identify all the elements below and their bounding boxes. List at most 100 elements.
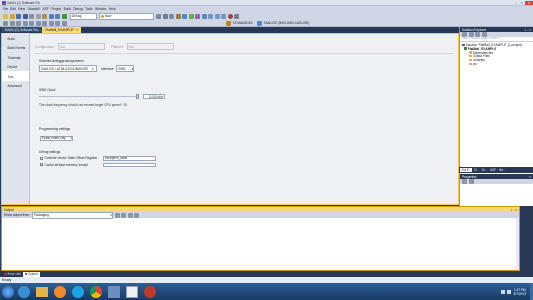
nav-item-device[interactable]: Device: [2, 62, 29, 72]
taskbar-vm-icon[interactable]: [108, 285, 120, 298]
override-vtor-checkbox[interactable]: [40, 156, 43, 160]
disassembly-icon[interactable]: [22, 20, 28, 26]
categorized-icon[interactable]: [462, 179, 467, 184]
step-into-icon[interactable]: [208, 13, 213, 19]
nav-item-tool[interactable]: Tool: [1, 71, 29, 81]
watch-icon[interactable]: [29, 20, 34, 26]
tab-sam4-software[interactable]: SAM4 (C) Software Pro: [2, 27, 42, 33]
override-vtor-input[interactable]: exception_table: [103, 156, 156, 161]
device-programming-icon[interactable]: [182, 13, 187, 19]
programming-select[interactable]: Erase entire chip ▾: [40, 135, 73, 141]
output-close-icon[interactable]: ×: [515, 208, 517, 212]
cut-icon[interactable]: [29, 13, 34, 19]
properties-icon[interactable]: [169, 13, 174, 19]
alphabetical-icon[interactable]: [468, 179, 474, 184]
step-over-icon[interactable]: [214, 13, 220, 19]
step-out-icon[interactable]: [221, 13, 226, 19]
menu-vassistx[interactable]: VAssistX: [28, 7, 41, 11]
platform-select[interactable]: N/A: [126, 43, 174, 50]
open-icon[interactable]: [9, 13, 15, 19]
cache-flash-input[interactable]: [103, 162, 156, 167]
taskbar-app-icon[interactable]: [144, 285, 156, 298]
menu-help[interactable]: Help: [109, 7, 116, 11]
nav-item-build[interactable]: Build: [2, 33, 29, 43]
taskbar-ie-icon[interactable]: [18, 285, 30, 298]
new-project-icon[interactable]: [3, 13, 8, 19]
nav-item-toolchain[interactable]: Toolchain: [2, 52, 29, 62]
configuration-select[interactable]: N/A: [57, 43, 105, 50]
swd-clock-slider-thumb[interactable]: [136, 94, 139, 99]
tray-clock[interactable]: 1:37 PM 5/7/2013: [514, 288, 526, 296]
cache-flash-checkbox[interactable]: ✓: [40, 163, 44, 167]
device-label[interactable]: ATSAM4S16C: [233, 21, 254, 25]
save-all-icon[interactable]: [22, 13, 28, 19]
taskbar-media-icon[interactable]: [54, 285, 66, 298]
breakpoint-icon[interactable]: [227, 13, 233, 19]
locals-icon[interactable]: [35, 20, 41, 26]
properties-close-icon[interactable]: ×: [529, 175, 531, 179]
menu-tools[interactable]: Tools: [85, 7, 92, 11]
debugger-select[interactable]: SAM-ICE • ATMLZ3201J8000057 ▾: [39, 65, 97, 72]
io-view-icon[interactable]: [48, 20, 54, 26]
toolbox-icon[interactable]: [175, 13, 181, 19]
start-debug-icon[interactable]: [61, 13, 67, 19]
menu-build[interactable]: Build: [64, 7, 71, 11]
redo-icon[interactable]: [55, 13, 60, 19]
nav-item-build-events[interactable]: Build Events: [2, 43, 29, 53]
word-wrap-icon[interactable]: [134, 212, 140, 218]
tree-item-src[interactable]: src: [460, 62, 533, 66]
taskbar-atmel-studio-icon[interactable]: [126, 285, 138, 298]
memory-icon[interactable]: [9, 20, 15, 26]
se-tab-solution[interactable]: Sol E..: [460, 168, 473, 172]
swd-clock-slider-track[interactable]: [39, 96, 139, 97]
taskbar-explorer-icon[interactable]: [36, 286, 48, 297]
menu-window[interactable]: Window: [95, 7, 106, 11]
menu-view[interactable]: View: [18, 7, 25, 11]
goto-prev-icon[interactable]: [114, 212, 120, 218]
clear-all-icon[interactable]: [127, 212, 133, 218]
menu-file[interactable]: File: [3, 7, 8, 11]
tray-volume-icon[interactable]: [506, 289, 511, 294]
copy-icon[interactable]: [35, 13, 41, 19]
processor-icon[interactable]: [55, 20, 60, 26]
tray-network-icon[interactable]: [500, 289, 505, 294]
menu-project[interactable]: Project: [51, 7, 61, 11]
paste-icon[interactable]: [42, 13, 47, 19]
taskbar-skype-icon[interactable]: [72, 285, 84, 298]
solution-explorer-pin-icon[interactable]: ⊥: [524, 28, 527, 32]
se-tab-asf[interactable]: ASF: [488, 168, 497, 172]
save-icon[interactable]: [16, 13, 21, 19]
config-select[interactable]: Debug: [70, 12, 97, 20]
menu-asf[interactable]: ASF: [43, 7, 49, 11]
swd-clock-input[interactable]: 2,000 kHz: [143, 94, 165, 99]
se-tab-class[interactable]: Cl..: [472, 168, 480, 172]
nav-item-advanced[interactable]: Advanced: [2, 81, 29, 91]
help-icon[interactable]: [201, 13, 207, 19]
extension-manager-icon[interactable]: [195, 13, 200, 19]
se-tab-new[interactable]: Ne..: [498, 168, 507, 172]
output-scrollbar[interactable]: [516, 218, 519, 270]
callstack-icon[interactable]: [42, 20, 47, 26]
interface-select[interactable]: SWD ▾: [116, 65, 135, 72]
se-tab-other[interactable]: Or..: [480, 168, 488, 172]
solution-explorer-icon[interactable]: [162, 13, 168, 19]
close-button[interactable]: ✕: [525, 0, 533, 5]
output-pin-icon[interactable]: ⊥: [510, 208, 513, 212]
tab-close-icon[interactable]: ×: [76, 28, 78, 32]
tab-output[interactable]: Output: [22, 271, 40, 277]
taskbar-chrome-icon[interactable]: [90, 285, 102, 298]
stop-debug-icon[interactable]: [234, 13, 239, 19]
tool-label[interactable]: SAM-ICE (0000-0000-1125-000): [264, 21, 310, 25]
solution-explorer-close-icon[interactable]: ×: [529, 28, 531, 32]
trace-icon[interactable]: [61, 20, 67, 26]
registers-icon[interactable]: [16, 20, 21, 26]
find-combo[interactable]: Now: [99, 12, 154, 20]
tab-error-list[interactable]: Error List: [2, 272, 23, 277]
asf-wizard-icon[interactable]: [188, 13, 194, 19]
goto-next-icon[interactable]: [121, 212, 127, 218]
start-button-icon[interactable]: [2, 285, 14, 298]
menu-edit[interactable]: Edit: [10, 7, 16, 11]
menu-debug[interactable]: Debug: [73, 7, 82, 11]
find-in-files-icon[interactable]: [156, 13, 161, 19]
hex-icon[interactable]: [3, 20, 8, 26]
